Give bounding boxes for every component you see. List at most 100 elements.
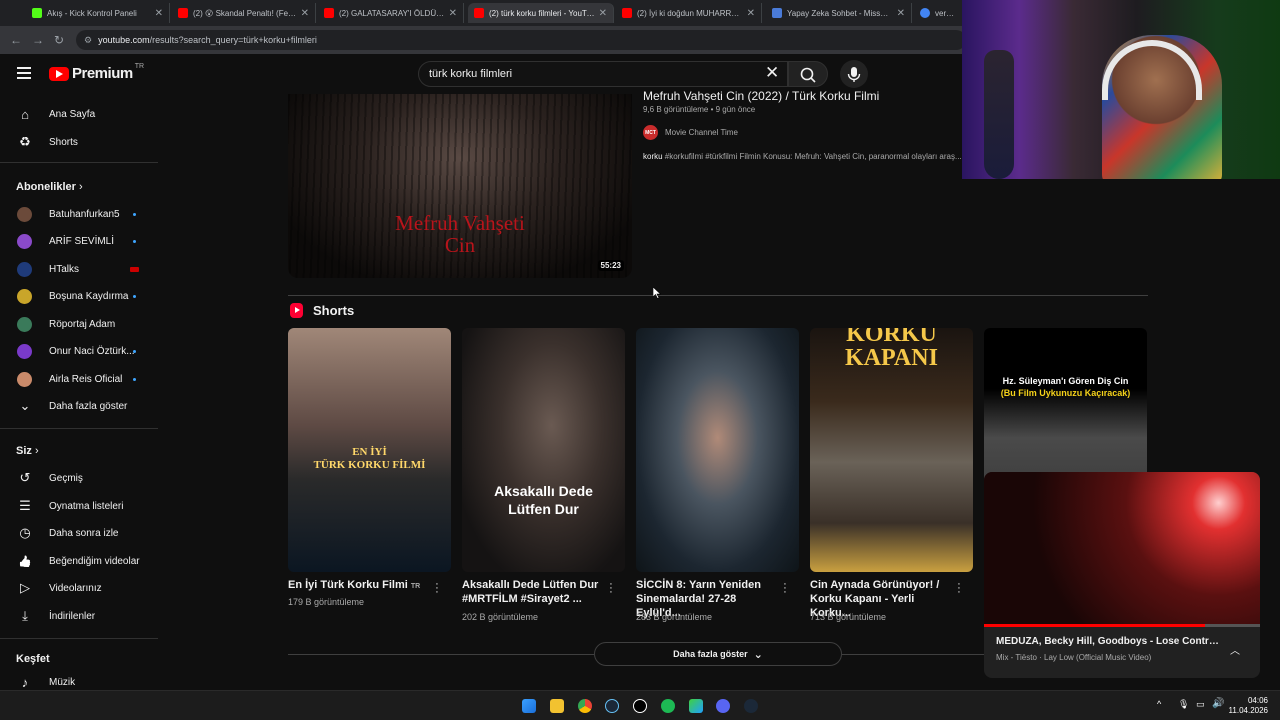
short-thumbnail[interactable]: Aksakallı Dede Lütfen Dur (462, 328, 625, 572)
you-heading[interactable]: Siz › (16, 445, 39, 457)
short-thumbnail[interactable]: KORKU KAPANI (810, 328, 973, 572)
sidebar-item-channel[interactable]: Onur Naci Öztürk... (0, 338, 158, 364)
channel-avatar[interactable]: MCT (643, 125, 658, 140)
sidebar-item-playlists[interactable]: ☰ Oynatma listeleri (0, 493, 158, 519)
kick-icon (32, 8, 42, 18)
chrome-icon[interactable] (578, 699, 592, 713)
short-title[interactable]: En İyi Türk Korku Filmi TR (288, 578, 428, 594)
shorts-shelf-header: Shorts (290, 303, 354, 318)
browser-tab[interactable]: (2) 😮 Skandal Penaltı! (Fenerb...✕ (172, 3, 316, 23)
voice-search-button[interactable] (840, 60, 868, 88)
sidebar-item-downloads[interactable]: ⤓ İndirilenler (0, 603, 158, 629)
chevron-right-icon: › (34, 445, 39, 457)
show-more-button[interactable]: Daha fazla göster ⌄ (594, 642, 842, 666)
divider (0, 428, 158, 429)
reload-icon[interactable]: ↻ (54, 33, 64, 47)
short-views: 713 B görüntüleme (810, 612, 887, 622)
progress-fill (984, 624, 1205, 627)
sidebar-item-shorts[interactable]: ♻ Shorts (0, 129, 158, 155)
menu-icon[interactable] (17, 67, 31, 79)
more-options-icon[interactable]: · · · (608, 579, 614, 598)
new-content-dot (133, 349, 136, 353)
mic-icon (847, 67, 861, 82)
youtube-premium-logo[interactable]: Premium TR (49, 63, 144, 82)
obs-icon[interactable] (633, 699, 647, 713)
sidebar-item-show-more[interactable]: ⌄ Daha fazla göster (0, 393, 158, 419)
google-icon (920, 8, 930, 18)
discord-icon[interactable] (716, 699, 730, 713)
browser-tab[interactable]: veronic... (914, 3, 964, 23)
sidebar-item-channel[interactable]: Airla Reis Oficial (0, 366, 158, 392)
steam-icon[interactable] (744, 699, 758, 713)
short-card[interactable]: KORKU KAPANI Cin Aynada Görünüyor! / Kork… (810, 328, 973, 622)
clear-search-icon[interactable]: ✕ (765, 63, 779, 83)
sidebar-item-channel[interactable]: ARİF SEVİMLİ (0, 228, 158, 254)
sidebar-item-channel[interactable]: Boşuna Kaydırma (0, 283, 158, 309)
youtube-play-icon (49, 66, 69, 81)
video-thumbnail[interactable]: Mefruh Vahşeti Cin 55:23 (288, 94, 632, 278)
close-tab-icon[interactable]: ✕ (897, 8, 905, 19)
short-card[interactable]: SİCCİN 8: Yarın Yeniden Sinemalarda! 27-… (636, 328, 799, 622)
sidebar-item-channel[interactable]: HTalks (0, 256, 158, 282)
file-explorer-icon[interactable] (550, 699, 564, 713)
webcam-overlay (962, 0, 1280, 179)
avatar (17, 206, 32, 222)
close-tab-icon[interactable]: ✕ (155, 8, 163, 19)
play-square-icon: ▷ (20, 580, 30, 595)
more-options-icon[interactable]: · · · (782, 579, 788, 598)
sidebar-item-home[interactable]: ⌂ Ana Sayfa (0, 101, 158, 127)
video-description: korku #korkufilmi #türkfilmi Filmin Konu… (643, 152, 962, 161)
browser-tab[interactable]: (2) İyi ki doğdun MUHARREM ... ✕ (616, 3, 762, 23)
back-icon[interactable]: ← (10, 33, 22, 47)
history-icon: ↺ (19, 470, 31, 485)
short-overlay-text: Aksakallı Dede Lütfen Dur (494, 483, 593, 517)
steam-icon[interactable] (605, 699, 619, 713)
miniplayer-progress-bar[interactable] (984, 624, 1260, 627)
miniplayer-video[interactable] (984, 472, 1260, 626)
close-tab-icon[interactable]: ✕ (301, 8, 309, 19)
sidebar-item-channel[interactable]: Batuhanfurkan5 (0, 201, 158, 227)
channel-name[interactable]: Movie Channel Time (665, 128, 738, 137)
short-thumbnail[interactable] (636, 328, 799, 572)
subscriptions-heading[interactable]: Abonelikler › (16, 181, 83, 193)
forward-icon[interactable]: → (32, 33, 44, 47)
sidebar-item-liked-videos[interactable]: 👍 Beğendiğim videolar (0, 548, 158, 574)
sidebar-item-channel[interactable]: Röportaj Adam (0, 311, 158, 337)
search-input[interactable]: türk korku filmleri (418, 61, 788, 87)
more-options-icon[interactable]: · · · (956, 579, 962, 598)
close-tab-icon[interactable]: ✕ (449, 8, 457, 19)
more-options-icon[interactable]: · · · (434, 579, 440, 598)
miniplayer[interactable]: MEDUZA, Becky Hill, Goodboys - Lose Cont… (984, 472, 1260, 678)
sidebar-item-your-videos[interactable]: ▷ Videolarınız (0, 575, 158, 601)
short-overlay-text: Hz. Süleyman'ı Gören Diş Cin (Bu Film Uyk… (1000, 376, 1131, 398)
close-tab-icon[interactable]: ✕ (747, 8, 755, 19)
address-bar[interactable]: ⚙ youtube.com/results?search_query=türk+… (76, 30, 966, 50)
start-icon[interactable] (522, 699, 536, 713)
search-button[interactable] (788, 61, 828, 87)
close-tab-icon[interactable]: ✕ (599, 8, 607, 19)
browser-tab[interactable]: Yapay Zeka Sohbet - MissXss A...✕ (766, 3, 912, 23)
sidebar-item-history[interactable]: ↺ Geçmiş (0, 465, 158, 491)
youtube-icon (324, 8, 334, 18)
mic-icon[interactable]: 🎙 (1178, 699, 1189, 710)
short-card[interactable]: EN İYİ TÜRK KORKU FİLMİ En İyi Türk Korku… (288, 328, 451, 607)
media-player-icon[interactable] (689, 699, 703, 713)
browser-tab-active[interactable]: (2) türk korku filmleri - YouTube ✕ (468, 3, 614, 23)
short-thumbnail[interactable]: EN İYİ TÜRK KORKU FİLMİ (288, 328, 451, 572)
clock[interactable]: 04:06 11.04.2026 (1222, 696, 1268, 716)
search-icon (800, 67, 816, 83)
browser-tab[interactable]: Akış - Kick Kontrol Paneli ✕ (26, 3, 170, 23)
short-title[interactable]: Aksakallı Dede Lütfen Dur #MRTFİLM #Sira… (462, 578, 602, 606)
youtube-icon (178, 8, 188, 18)
chevron-up-icon[interactable]: ︿ (1230, 642, 1240, 657)
network-icon[interactable]: ▭ (1196, 699, 1205, 710)
video-meta: 9,6 B görüntüleme • 9 gün önce (643, 105, 756, 114)
spotify-icon[interactable] (661, 699, 675, 713)
site-info-icon[interactable]: ⚙ (84, 35, 92, 46)
chevron-up-icon[interactable]: ^ (1157, 699, 1161, 709)
short-card[interactable]: Aksakallı Dede Lütfen Dur Aksakallı Dede … (462, 328, 625, 622)
sidebar-item-watch-later[interactable]: ◷ Daha sonra izle (0, 520, 158, 546)
video-title[interactable]: Mefruh Vahşeti Cin (2022) / Türk Korku F… (643, 89, 879, 103)
browser-tab[interactable]: (2) GALATASARAY'I ÖLDÜ SANA...✕ (318, 3, 464, 23)
short-views: 179 B görüntüleme (288, 597, 365, 607)
